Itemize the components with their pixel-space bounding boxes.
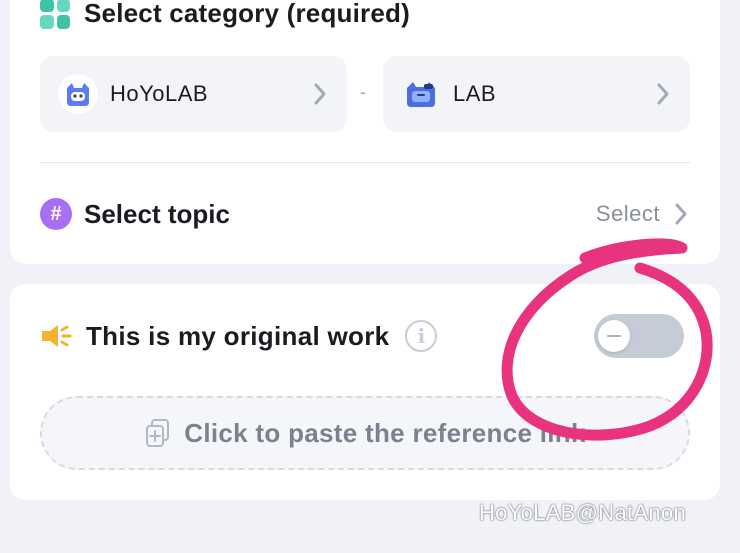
chevron-right-icon: [657, 83, 669, 105]
category-title-text: Select category (required): [84, 0, 410, 28]
hoyolab-mascot-icon: [58, 74, 98, 114]
category-card: Select category (required) HoYoLAB - LAB…: [10, 0, 720, 264]
section-divider: [40, 162, 690, 163]
category-section-title: Select category (required): [40, 0, 410, 29]
megaphone-icon: [42, 325, 72, 347]
select-topic-row[interactable]: # Select topic Select: [40, 194, 690, 234]
category-grid-icon: [40, 0, 70, 29]
chevron-right-icon: [314, 83, 326, 105]
topic-select-action[interactable]: Select: [596, 201, 660, 227]
original-work-row: This is my original work i: [40, 314, 690, 358]
chevron-right-icon: [675, 203, 687, 225]
hashtag-icon: #: [40, 198, 72, 230]
category-picker-lab[interactable]: LAB: [383, 56, 690, 132]
paste-icon: [146, 419, 170, 447]
paste-reference-link-button[interactable]: Click to paste the reference link: [40, 396, 690, 470]
original-work-toggle[interactable]: [594, 314, 684, 358]
original-work-card: This is my original work i Click to past…: [10, 284, 720, 500]
category-separator: -: [360, 82, 366, 102]
picker-label-hoyolab: HoYoLAB: [110, 81, 209, 106]
original-work-label: This is my original work: [86, 320, 390, 351]
watermark: HoYoLAB@NatAnon: [478, 500, 686, 525]
topic-label: Select topic: [84, 198, 230, 229]
lab-mascot-icon: [401, 74, 441, 114]
paste-reference-label: Click to paste the reference link: [184, 417, 586, 448]
category-picker-hoyolab[interactable]: HoYoLAB: [40, 56, 347, 132]
toggle-knob: [598, 320, 630, 352]
info-icon[interactable]: i: [405, 320, 438, 352]
picker-label-lab: LAB: [453, 81, 497, 106]
